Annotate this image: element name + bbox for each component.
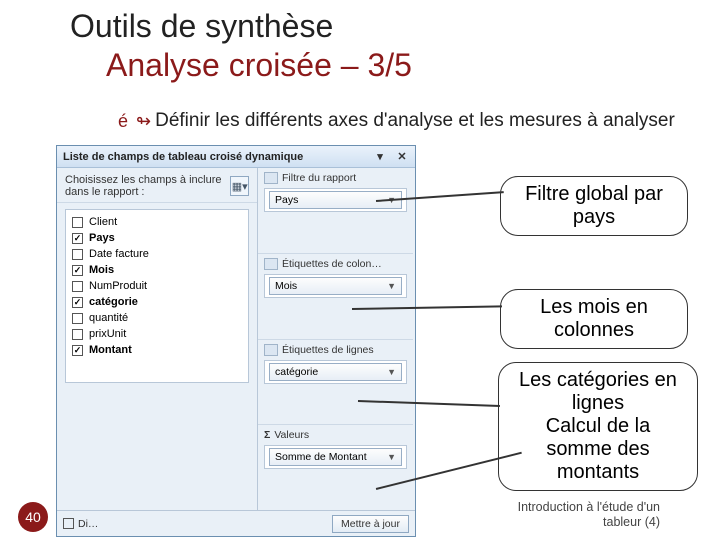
field-label: Pays bbox=[89, 232, 115, 244]
filter-icon bbox=[264, 172, 278, 184]
footer-note: Introduction à l'étude d'un tableur (4) bbox=[518, 500, 660, 530]
field-item[interactable]: catégorie bbox=[72, 294, 242, 310]
field-item[interactable]: quantité bbox=[72, 310, 242, 326]
defer-label: Di… bbox=[78, 518, 98, 530]
chip-categorie[interactable]: catégorie ▼ bbox=[269, 363, 402, 381]
field-item[interactable]: Client bbox=[72, 214, 242, 230]
bullet-glyph: ↬ bbox=[136, 111, 151, 132]
layout-options-button[interactable]: ▦▾ bbox=[230, 176, 249, 196]
checkbox-icon[interactable] bbox=[72, 233, 83, 244]
title-line1: Outils de synthèse bbox=[70, 8, 412, 45]
chevron-down-icon[interactable]: ▾ bbox=[373, 150, 387, 164]
checkbox-icon[interactable] bbox=[72, 217, 83, 228]
callout-filter: Filtre global par pays bbox=[500, 176, 688, 236]
field-item[interactable]: Date facture bbox=[72, 246, 242, 262]
instruction-row: Choisissez les champs à inclure dans le … bbox=[57, 168, 257, 203]
panel-title: Liste de champs de tableau croisé dynami… bbox=[63, 151, 303, 163]
field-label: catégorie bbox=[89, 296, 138, 308]
zone-report-filter[interactable]: Filtre du rapport Pays▼ bbox=[258, 168, 413, 254]
field-item[interactable]: prixUnit bbox=[72, 326, 242, 342]
field-item[interactable]: Pays bbox=[72, 230, 242, 246]
field-label: NumProduit bbox=[89, 280, 147, 292]
instruction-text: Choisissez les champs à inclure dans le … bbox=[65, 174, 230, 198]
chip-label: Pays bbox=[275, 194, 298, 206]
callout-rows-values: Les catégories en lignes Calcul de la so… bbox=[498, 362, 698, 491]
field-label: prixUnit bbox=[89, 328, 126, 340]
callout-columns: Les mois en colonnes bbox=[500, 289, 688, 349]
chip-label: Somme de Montant bbox=[275, 451, 367, 463]
panel-header: Liste de champs de tableau croisé dynami… bbox=[57, 146, 415, 168]
panel-left-column: Choisissez les champs à inclure dans le … bbox=[57, 168, 257, 389]
field-label: quantité bbox=[89, 312, 128, 324]
chevron-down-icon[interactable]: ▼ bbox=[387, 452, 396, 462]
field-label: Mois bbox=[89, 264, 114, 276]
sigma-icon: Σ bbox=[264, 429, 270, 441]
checkbox-icon[interactable] bbox=[72, 329, 83, 340]
checkbox-icon[interactable] bbox=[72, 265, 83, 276]
bullet-text: Définir les différents axes d'analyse et… bbox=[155, 110, 675, 132]
update-button[interactable]: Mettre à jour bbox=[332, 515, 409, 533]
checkbox-icon[interactable] bbox=[72, 297, 83, 308]
zone-title-text: Filtre du rapport bbox=[282, 172, 356, 184]
field-item[interactable]: Mois bbox=[72, 262, 242, 278]
fields-list: Client Pays Date facture Mois NumProduit… bbox=[65, 209, 249, 383]
field-item[interactable]: Montant bbox=[72, 342, 242, 358]
slide: Outils de synthèse Analyse croisée – 3/5… bbox=[0, 0, 720, 540]
rows-icon bbox=[264, 344, 278, 356]
close-icon[interactable]: ✕ bbox=[395, 150, 409, 164]
field-label: Montant bbox=[89, 344, 132, 356]
checkbox-icon[interactable] bbox=[72, 313, 83, 324]
bullet-icon: é︎ bbox=[118, 111, 128, 132]
callout-text: Les catégories en lignes Calcul de la so… bbox=[519, 369, 677, 483]
page-number-badge: 40 bbox=[18, 502, 48, 532]
checkbox-icon[interactable] bbox=[63, 518, 74, 529]
chip-somme-montant[interactable]: Somme de Montant ▼ bbox=[269, 448, 402, 466]
field-label: Client bbox=[89, 216, 117, 228]
checkbox-icon[interactable] bbox=[72, 249, 83, 260]
chip-mois[interactable]: Mois ▼ bbox=[269, 277, 402, 295]
zone-title-text: Valeurs bbox=[274, 429, 309, 441]
bullet: é︎ ↬ Définir les différents axes d'analy… bbox=[118, 110, 675, 132]
callout-text: Filtre global par pays bbox=[525, 183, 663, 228]
zone-title-text: Étiquettes de colon… bbox=[282, 258, 382, 270]
chip-label: Mois bbox=[275, 280, 297, 292]
columns-icon bbox=[264, 258, 278, 270]
panel-footer: Di… Mettre à jour bbox=[57, 510, 415, 536]
slide-title: Outils de synthèse Analyse croisée – 3/5 bbox=[70, 8, 412, 84]
checkbox-icon[interactable] bbox=[72, 281, 83, 292]
chip-label: catégorie bbox=[275, 366, 318, 378]
zone-row-labels[interactable]: Étiquettes de lignes catégorie ▼ bbox=[258, 340, 413, 426]
zone-column-labels[interactable]: Étiquettes de colon… Mois ▼ bbox=[258, 254, 413, 340]
field-label: Date facture bbox=[89, 248, 149, 260]
chevron-down-icon[interactable]: ▼ bbox=[387, 281, 396, 291]
zone-values[interactable]: Σ Valeurs Somme de Montant ▼ bbox=[258, 425, 413, 510]
pivot-field-list-panel: Liste de champs de tableau croisé dynami… bbox=[56, 145, 416, 537]
footer-note-text: Introduction à l'étude d'un tableur (4) bbox=[518, 500, 660, 529]
chevron-down-icon[interactable]: ▼ bbox=[387, 367, 396, 377]
checkbox-icon[interactable] bbox=[72, 345, 83, 356]
field-item[interactable]: NumProduit bbox=[72, 278, 242, 294]
drop-zones: Filtre du rapport Pays▼ Étiquettes de co… bbox=[257, 168, 413, 510]
zone-title-text: Étiquettes de lignes bbox=[282, 344, 374, 356]
title-line2: Analyse croisée – 3/5 bbox=[106, 47, 412, 84]
callout-text: Les mois en colonnes bbox=[540, 296, 648, 341]
page-number: 40 bbox=[25, 509, 41, 525]
